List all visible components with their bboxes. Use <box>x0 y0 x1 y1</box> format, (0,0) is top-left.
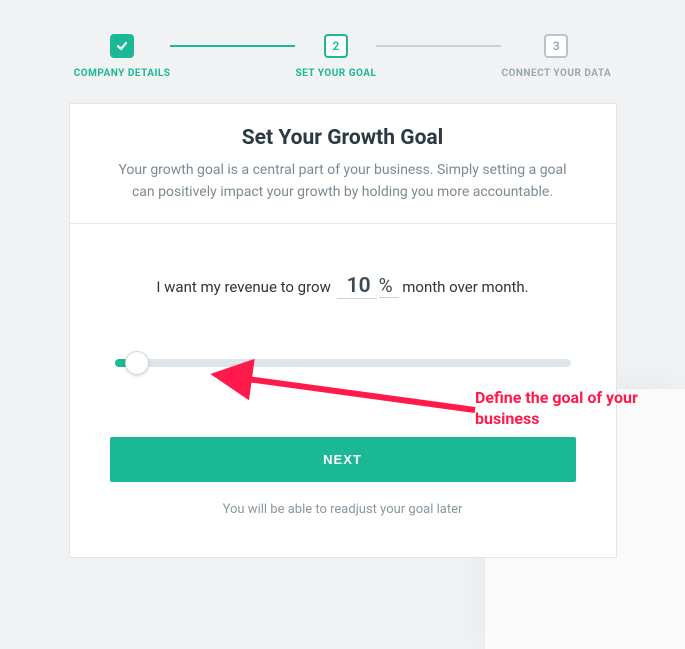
step-label: SET YOUR GOAL <box>295 68 376 79</box>
slider-handle[interactable] <box>125 351 149 375</box>
goal-prefix: I want my revenue to grow <box>156 278 331 296</box>
goal-value-input[interactable]: 10 <box>337 274 377 299</box>
card-subtitle: Your growth goal is a central part of yo… <box>106 160 580 203</box>
step-set-your-goal[interactable]: 2 SET YOUR GOAL <box>295 34 376 79</box>
check-icon <box>110 34 134 58</box>
card-header: Set Your Growth Goal Your growth goal is… <box>70 104 616 224</box>
onboarding-card: Set Your Growth Goal Your growth goal is… <box>69 103 617 558</box>
step-connect-your-data[interactable]: 3 CONNECT YOUR DATA <box>501 34 611 79</box>
step-company-details[interactable]: COMPANY DETAILS <box>74 34 171 79</box>
step-connector <box>170 45 295 47</box>
step-label: CONNECT YOUR DATA <box>501 68 611 79</box>
card-title: Set Your Growth Goal <box>106 126 580 150</box>
step-connector <box>376 45 501 47</box>
step-number: 2 <box>324 34 348 58</box>
step-number: 3 <box>544 34 568 58</box>
goal-sentence: I want my revenue to grow 10% month over… <box>110 274 576 299</box>
stepper: COMPANY DETAILS 2 SET YOUR GOAL 3 CONNEC… <box>0 0 685 103</box>
next-button[interactable]: NEXT <box>110 437 576 482</box>
footnote: You will be able to readjust your goal l… <box>110 502 576 517</box>
step-label: COMPANY DETAILS <box>74 68 171 79</box>
card-body: I want my revenue to grow 10% month over… <box>70 224 616 557</box>
goal-slider[interactable] <box>115 359 571 367</box>
goal-suffix: month over month. <box>402 278 528 296</box>
goal-unit: % <box>379 274 399 298</box>
